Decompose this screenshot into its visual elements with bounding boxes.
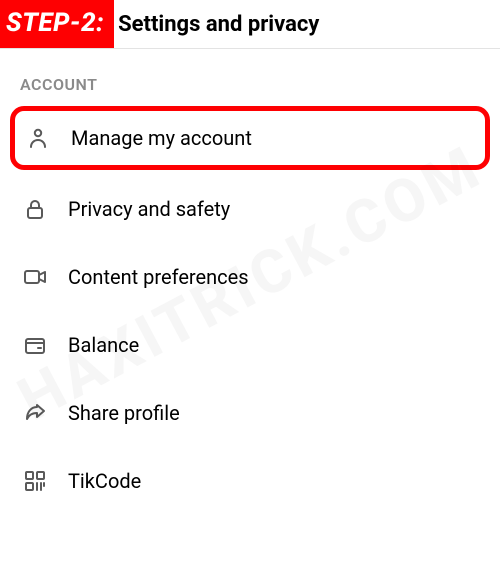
page-title: Settings and privacy	[114, 12, 319, 37]
section-label-account: ACCOUNT	[0, 49, 500, 106]
menu-item-balance[interactable]: Balance	[10, 316, 490, 374]
menu-item-label: Privacy and safety	[48, 197, 230, 221]
person-icon	[25, 125, 51, 151]
settings-menu: Manage my account Privacy and safety Con…	[0, 106, 500, 510]
qr-icon	[22, 468, 48, 494]
wallet-icon	[22, 332, 48, 358]
menu-item-label: Balance	[48, 333, 139, 357]
menu-item-tikcode[interactable]: TikCode	[10, 452, 490, 510]
menu-item-share-profile[interactable]: Share profile	[10, 384, 490, 442]
video-icon	[22, 264, 48, 290]
step-badge: STEP-2:	[0, 0, 114, 48]
menu-item-label: Share profile	[48, 401, 180, 425]
lock-icon	[22, 196, 48, 222]
menu-item-privacy-safety[interactable]: Privacy and safety	[10, 180, 490, 238]
share-icon	[22, 400, 48, 426]
menu-item-label: TikCode	[48, 469, 141, 493]
page-header: STEP-2: Settings and privacy	[0, 0, 500, 49]
menu-item-manage-account[interactable]: Manage my account	[10, 106, 490, 170]
menu-item-label: Content preferences	[48, 265, 249, 289]
menu-item-label: Manage my account	[51, 126, 252, 150]
menu-item-content-preferences[interactable]: Content preferences	[10, 248, 490, 306]
